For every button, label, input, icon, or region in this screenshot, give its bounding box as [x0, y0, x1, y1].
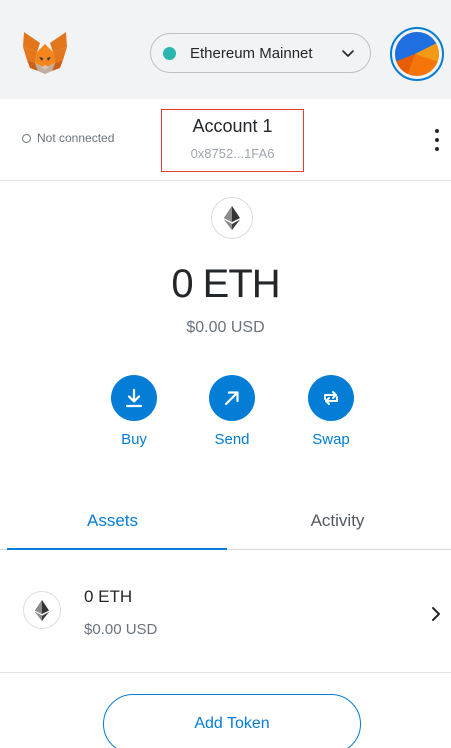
account-avatar-button[interactable]	[390, 27, 444, 81]
connection-status-label: Not connected	[37, 131, 115, 145]
send-button[interactable]: Send	[197, 375, 267, 448]
metamask-fox-logo-icon[interactable]	[21, 30, 69, 76]
add-token-button[interactable]: Add Token	[103, 694, 361, 748]
asset-usd-value: $0.00 USD	[84, 621, 158, 638]
asset-amount: 0 ETH	[84, 587, 133, 606]
asset-list-item[interactable]: 0 ETH $0.00 USD	[0, 551, 451, 673]
balance-secondary: $0.00 USD	[186, 319, 265, 336]
account-name: Account 1	[192, 116, 273, 136]
chevron-down-icon	[342, 50, 354, 57]
tab-assets[interactable]: Assets	[0, 492, 225, 550]
connection-status-button[interactable]: Not connected	[22, 131, 114, 145]
chevron-right-icon	[432, 607, 440, 621]
tab-activity[interactable]: Activity	[225, 492, 450, 550]
connection-status-icon	[22, 133, 31, 143]
account-address: 0x8752...1FA6	[190, 146, 275, 161]
active-tab-indicator	[7, 548, 227, 550]
buy-button[interactable]: Buy	[99, 375, 169, 448]
swap-arrows-icon	[324, 391, 338, 405]
account-options-menu-icon[interactable]	[432, 129, 442, 151]
arrow-up-right-icon	[224, 391, 239, 406]
wallet-tabs: Assets Activity	[0, 492, 451, 550]
balance-primary: 0 ETH	[171, 262, 280, 306]
identicon-avatar-icon	[395, 32, 439, 76]
swap-label: Swap	[312, 431, 350, 448]
network-name: Ethereum Mainnet	[190, 44, 313, 62]
account-details-button[interactable]: Account 1 0x8752...1FA6	[161, 109, 304, 172]
app-header: Ethereum Mainnet	[0, 0, 451, 99]
ethereum-icon	[23, 591, 61, 629]
network-status-dot	[163, 46, 176, 60]
swap-button[interactable]: Swap	[296, 375, 366, 448]
send-label: Send	[214, 431, 250, 448]
ethereum-icon	[211, 197, 253, 239]
buy-label: Buy	[121, 431, 147, 448]
account-bar: Not connected Account 1 0x8752...1FA6	[0, 99, 451, 181]
download-icon	[125, 388, 143, 408]
network-selector-button[interactable]: Ethereum Mainnet	[150, 33, 371, 73]
